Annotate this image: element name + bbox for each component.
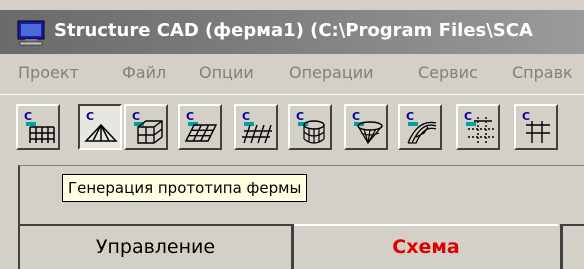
- svg-text:C: C: [406, 110, 414, 123]
- truss-prototype-button[interactable]: C: [78, 104, 122, 150]
- surface-shell-icon: C: [406, 110, 437, 144]
- cylinder-shell-button[interactable]: C: [288, 104, 332, 150]
- grillage-button[interactable]: C: [234, 104, 278, 150]
- grillage-icon: C: [242, 110, 272, 144]
- tab-partial[interactable]: [560, 224, 584, 269]
- cylinder-shell-icon: C: [296, 110, 325, 144]
- slab-generation-button[interactable]: C: [178, 104, 222, 150]
- frame-grid-icon: C: [24, 110, 55, 143]
- toolbar-button-partial[interactable]: C: [514, 104, 558, 150]
- menu-item-file[interactable]: Файл: [122, 63, 166, 82]
- toolbar: C C C C C C C C C C: [0, 94, 584, 165]
- menu-item-operations[interactable]: Операции: [289, 63, 374, 82]
- partial-tool-icon: C: [522, 110, 550, 143]
- window-title: Structure CAD (ферма1) (C:\Program Files…: [54, 20, 533, 41]
- svg-text:C: C: [522, 110, 530, 123]
- spatial-frame-button[interactable]: C: [124, 104, 168, 150]
- svg-text:C: C: [186, 110, 194, 123]
- frame-generation-button[interactable]: C: [16, 104, 60, 150]
- svg-text:C: C: [132, 110, 140, 123]
- svg-text:C: C: [296, 110, 304, 123]
- menu-item-service[interactable]: Сервис: [418, 63, 478, 82]
- tab-control[interactable]: Управление: [18, 224, 294, 269]
- tab-control-label: Управление: [95, 236, 216, 258]
- cone-shell-button[interactable]: C: [344, 104, 388, 150]
- menu-item-options[interactable]: Опции: [199, 63, 254, 82]
- tab-scheme-label: Схема: [392, 236, 460, 258]
- dotted-grid-button[interactable]: C: [456, 104, 500, 150]
- app-icon: [16, 18, 48, 46]
- dotted-grid-icon: C: [464, 110, 494, 143]
- tooltip: Генерация прототипа фермы: [62, 174, 308, 202]
- svg-text:C: C: [24, 110, 32, 123]
- truss-prototype-icon: C: [84, 110, 118, 142]
- menu-item-project[interactable]: Проект: [18, 63, 79, 82]
- app-window: Structure CAD (ферма1) (C:\Program Files…: [0, 0, 584, 269]
- slab-grid-icon: C: [184, 110, 218, 142]
- svg-text:C: C: [242, 110, 250, 123]
- cone-shell-icon: C: [352, 110, 383, 145]
- svg-text:C: C: [352, 110, 360, 123]
- menu-bar: Проект Файл Опции Операции Сервис Справк: [0, 54, 584, 94]
- title-bar[interactable]: Structure CAD (ферма1) (C:\Program Files…: [0, 10, 584, 54]
- spatial-frame-icon: C: [132, 110, 163, 144]
- svg-text:C: C: [464, 110, 472, 123]
- surface-shell-button[interactable]: C: [398, 104, 442, 150]
- svg-text:C: C: [86, 110, 94, 123]
- tab-scheme[interactable]: Схема: [294, 224, 558, 269]
- menu-item-help[interactable]: Справк: [512, 63, 573, 82]
